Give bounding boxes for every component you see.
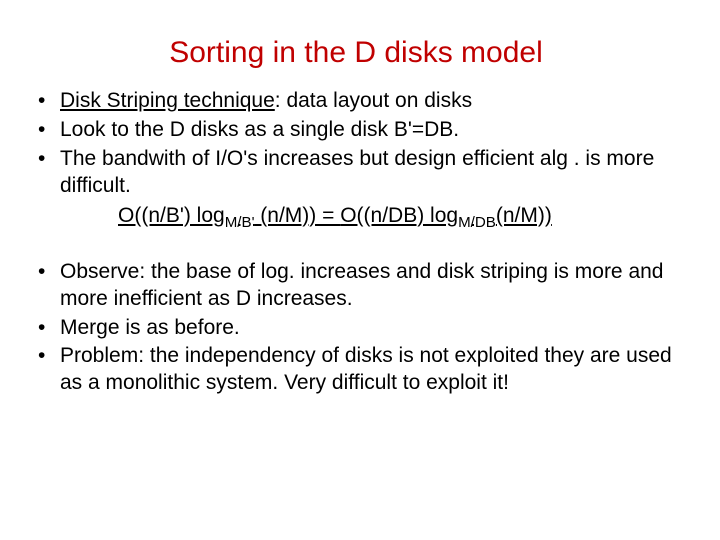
bullet-item: The bandwith of I/O's increases but desi…: [36, 146, 676, 200]
bullet-item: Look to the D disks as a single disk B'=…: [36, 117, 676, 144]
bullet-text: Problem: the independency of disks is no…: [60, 344, 672, 394]
formula-subscript: M/B': [225, 214, 255, 231]
formula: O((n/B') logM/B' (n/M)) = O((n/DB) logM/…: [28, 202, 684, 229]
slide: Sorting in the D disks model Disk Stripi…: [0, 0, 720, 540]
bullet-item: Observe: the base of log. increases and …: [36, 259, 676, 313]
slide-title: Sorting in the D disks model: [28, 36, 684, 70]
formula-part: O((n/DB) log: [340, 204, 458, 227]
formula-subscript: M/DB: [458, 214, 496, 231]
bullet-text: Observe: the base of log. increases and …: [60, 260, 663, 310]
formula-part: (n/M)): [496, 204, 552, 227]
bullet-text: Look to the D disks as a single disk B'=…: [60, 118, 459, 141]
spacer: [28, 231, 684, 259]
formula-part: O((n/B') log: [118, 204, 225, 227]
formula-rhs: O((n/DB) logM/DB(n/M)): [340, 204, 552, 227]
bullet-prefix: Disk Striping technique: [60, 89, 275, 112]
bullet-group-2: Observe: the base of log. increases and …: [28, 259, 684, 397]
bullet-item: Merge is as before.: [36, 315, 676, 342]
formula-lhs: O((n/B') logM/B' (n/M)) =: [118, 204, 340, 227]
bullet-text: Merge is as before.: [60, 316, 240, 339]
bullet-item: Disk Striping technique: data layout on …: [36, 88, 676, 115]
bullet-text: The bandwith of I/O's increases but desi…: [60, 147, 654, 197]
bullet-text: : data layout on disks: [275, 89, 472, 112]
bullet-group-1: Disk Striping technique: data layout on …: [28, 88, 684, 200]
bullet-item: Problem: the independency of disks is no…: [36, 343, 676, 397]
formula-part: (n/M)) =: [254, 204, 340, 227]
